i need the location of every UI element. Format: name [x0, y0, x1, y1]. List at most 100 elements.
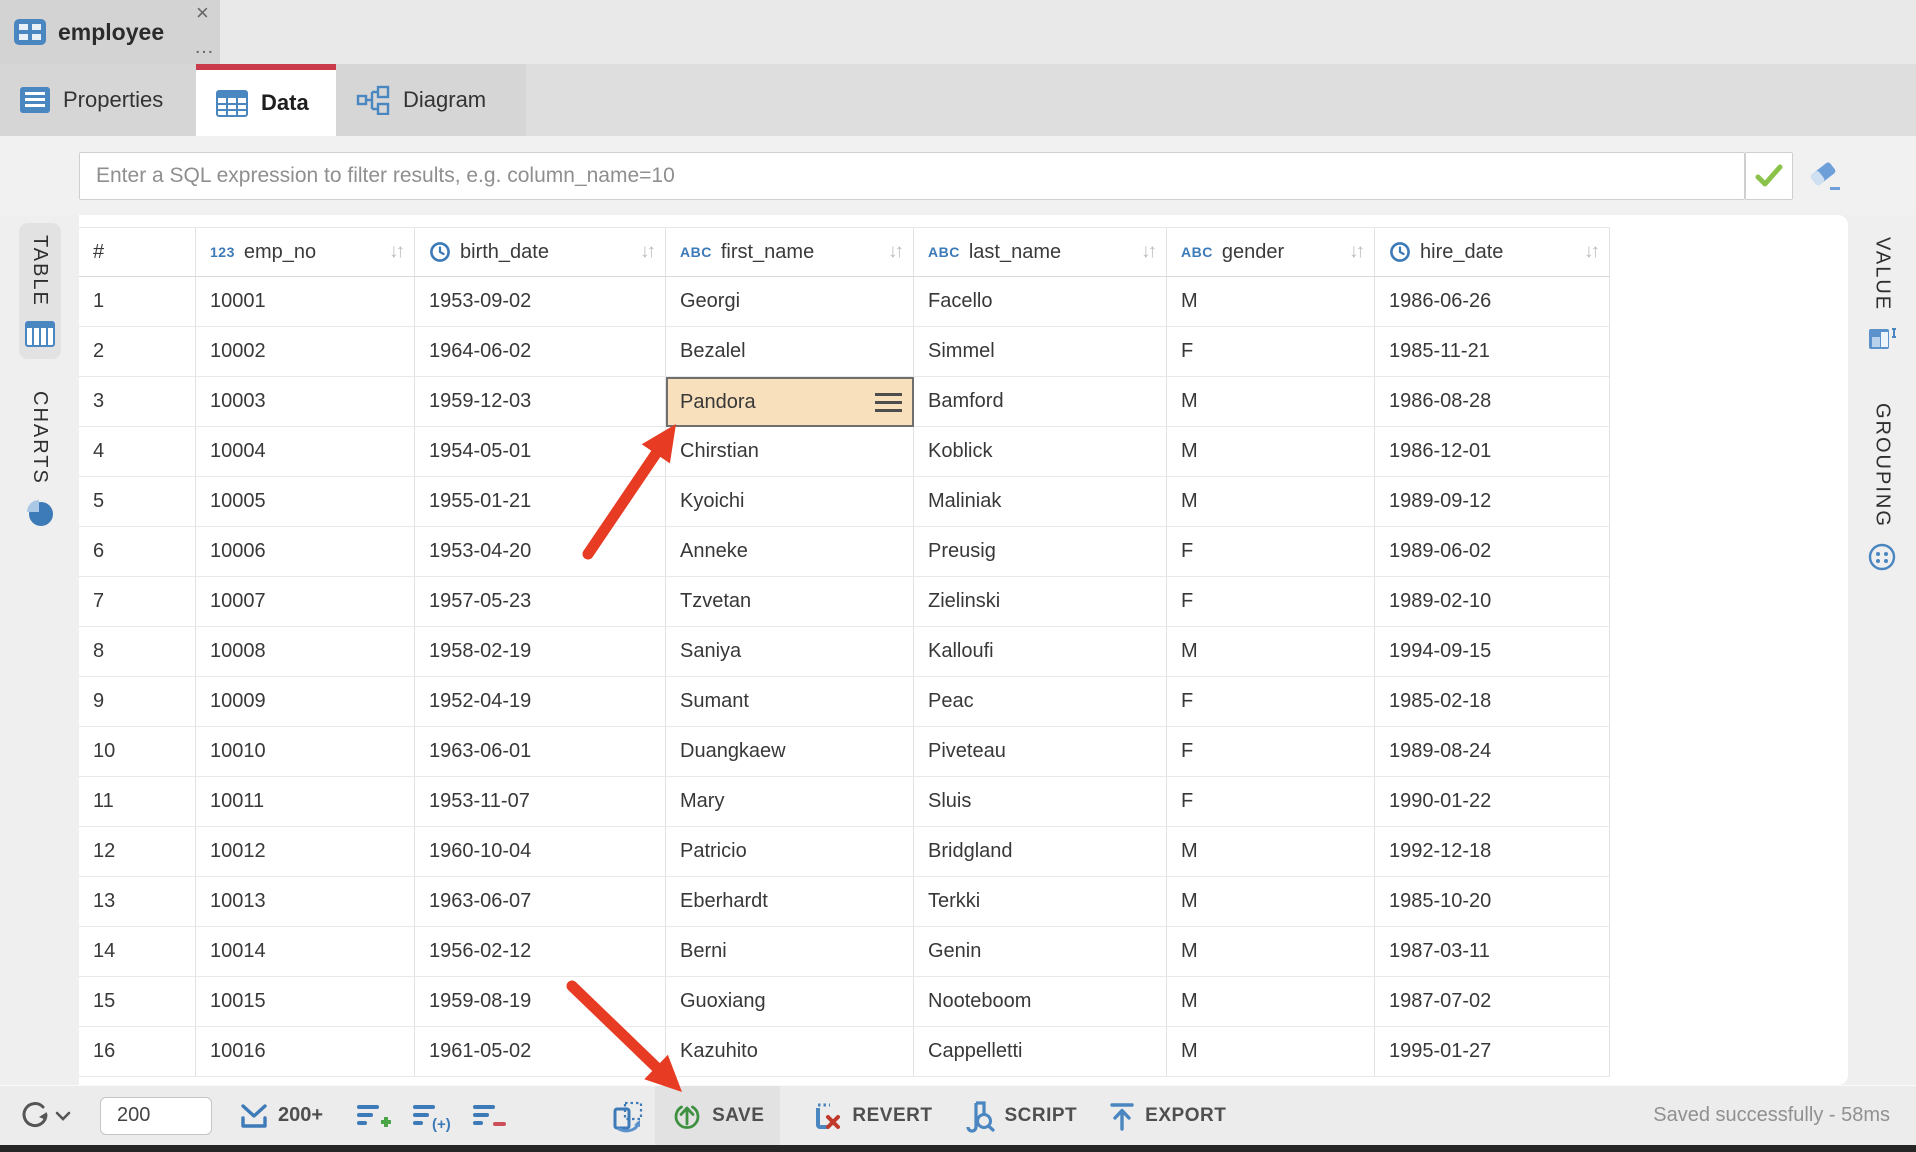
row-number-cell[interactable]: 9 [79, 677, 196, 727]
data-cell[interactable]: Guoxiang [666, 977, 914, 1027]
data-cell[interactable]: Genin [914, 927, 1167, 977]
row-number-cell[interactable]: 13 [79, 877, 196, 927]
data-cell[interactable]: Piveteau [914, 727, 1167, 777]
data-cell[interactable]: F [1167, 527, 1375, 577]
data-cell[interactable]: 1963-06-01 [415, 727, 666, 777]
data-cell[interactable]: Berni [666, 927, 914, 977]
data-cell[interactable]: Nooteboom [914, 977, 1167, 1027]
data-cell[interactable]: Sluis [914, 777, 1167, 827]
data-cell[interactable]: 10007 [196, 577, 415, 627]
data-cell[interactable]: Kalloufi [914, 627, 1167, 677]
data-cell[interactable]: 1985-02-18 [1375, 677, 1610, 727]
row-number-cell[interactable]: 1 [79, 277, 196, 327]
data-cell[interactable]: M [1167, 427, 1375, 477]
save-button[interactable]: SAVE [655, 1086, 780, 1146]
refresh-dropdown-chevron-icon[interactable] [54, 1110, 72, 1122]
data-cell[interactable]: Preusig [914, 527, 1167, 577]
data-cell[interactable]: 1986-06-26 [1375, 277, 1610, 327]
data-cell[interactable]: 1989-02-10 [1375, 577, 1610, 627]
data-cell[interactable]: Simmel [914, 327, 1167, 377]
data-cell[interactable]: Sumant [666, 677, 914, 727]
add-row-button[interactable] [355, 1100, 391, 1132]
data-cell[interactable]: M [1167, 277, 1375, 327]
cell-menu-icon[interactable] [875, 393, 902, 412]
duplicate-row-button[interactable]: (+) [411, 1100, 451, 1132]
column-header-gender[interactable]: ABCgender↓↑ [1167, 227, 1375, 277]
data-cell[interactable]: Tzvetan [666, 577, 914, 627]
data-cell[interactable]: 10015 [196, 977, 415, 1027]
data-cell[interactable]: 1989-06-02 [1375, 527, 1610, 577]
fetch-more-button[interactable]: 200+ [238, 1100, 323, 1132]
selected-cell[interactable]: Pandora [666, 377, 914, 427]
revert-button[interactable]: REVERT [810, 1099, 932, 1133]
data-cell[interactable]: 1992-12-18 [1375, 827, 1610, 877]
sort-toggle-icon[interactable]: ↓↑ [640, 241, 653, 263]
rail-item-grouping[interactable]: GROUPING [1861, 391, 1903, 584]
tab-diagram[interactable]: Diagram [336, 64, 526, 136]
data-cell[interactable]: 1952-04-19 [415, 677, 666, 727]
data-cell[interactable]: 1994-09-15 [1375, 627, 1610, 677]
data-cell[interactable]: Terkki [914, 877, 1167, 927]
tab-properties[interactable]: Properties [0, 64, 196, 136]
row-number-cell[interactable]: 15 [79, 977, 196, 1027]
row-number-cell[interactable]: 11 [79, 777, 196, 827]
row-number-cell[interactable]: 4 [79, 427, 196, 477]
data-cell[interactable]: 1953-11-07 [415, 777, 666, 827]
row-number-cell[interactable]: 14 [79, 927, 196, 977]
row-number-cell[interactable]: 16 [79, 1027, 196, 1077]
row-number-cell[interactable]: 8 [79, 627, 196, 677]
refresh-structure-button[interactable] [611, 1099, 647, 1133]
data-cell[interactable]: 10014 [196, 927, 415, 977]
rail-item-value[interactable]: VALUE [1861, 225, 1903, 365]
fetch-size-input[interactable] [100, 1097, 212, 1135]
data-cell[interactable]: Bridgland [914, 827, 1167, 877]
data-cell[interactable]: 1989-09-12 [1375, 477, 1610, 527]
data-cell[interactable]: Georgi [666, 277, 914, 327]
data-cell[interactable]: 10003 [196, 377, 415, 427]
data-cell[interactable]: Bamford [914, 377, 1167, 427]
data-cell[interactable]: M [1167, 977, 1375, 1027]
data-cell[interactable]: 1963-06-07 [415, 877, 666, 927]
data-cell[interactable]: 1985-11-21 [1375, 327, 1610, 377]
data-cell[interactable]: Duangkaew [666, 727, 914, 777]
row-number-cell[interactable]: 6 [79, 527, 196, 577]
data-cell[interactable]: Chirstian [666, 427, 914, 477]
data-cell[interactable]: 1953-04-20 [415, 527, 666, 577]
data-cell[interactable]: 10016 [196, 1027, 415, 1077]
row-number-cell[interactable]: 10 [79, 727, 196, 777]
data-cell[interactable]: 1995-01-27 [1375, 1027, 1610, 1077]
data-cell[interactable]: 1960-10-04 [415, 827, 666, 877]
data-cell[interactable]: 1959-08-19 [415, 977, 666, 1027]
data-cell[interactable]: Kyoichi [666, 477, 914, 527]
data-cell[interactable]: Eberhardt [666, 877, 914, 927]
data-cell[interactable]: 1955-01-21 [415, 477, 666, 527]
data-cell[interactable]: 1964-06-02 [415, 327, 666, 377]
clear-filter-button[interactable] [1804, 158, 1844, 196]
row-number-cell[interactable]: 2 [79, 327, 196, 377]
data-cell[interactable]: 1954-05-01 [415, 427, 666, 477]
data-cell[interactable]: Patricio [666, 827, 914, 877]
data-cell[interactable]: F [1167, 727, 1375, 777]
data-cell[interactable]: Anneke [666, 527, 914, 577]
data-cell[interactable]: M [1167, 927, 1375, 977]
data-cell[interactable]: 1956-02-12 [415, 927, 666, 977]
data-cell[interactable]: 1985-10-20 [1375, 877, 1610, 927]
sort-toggle-icon[interactable]: ↓↑ [1584, 241, 1597, 263]
data-cell[interactable]: Maliniak [914, 477, 1167, 527]
script-button[interactable]: SCRIPT [962, 1099, 1077, 1133]
data-cell[interactable]: Bezalel [666, 327, 914, 377]
row-number-cell[interactable]: 12 [79, 827, 196, 877]
data-cell[interactable]: Peac [914, 677, 1167, 727]
column-header-last_name[interactable]: ABClast_name↓↑ [914, 227, 1167, 277]
apply-filter-button[interactable] [1745, 152, 1793, 200]
data-cell[interactable]: 10010 [196, 727, 415, 777]
rail-item-table[interactable]: TABLE [19, 223, 61, 359]
data-cell[interactable]: Saniya [666, 627, 914, 677]
data-cell[interactable]: M [1167, 877, 1375, 927]
column-header-birth_date[interactable]: birth_date↓↑ [415, 227, 666, 277]
data-cell[interactable]: 1986-12-01 [1375, 427, 1610, 477]
data-cell[interactable]: Cappelletti [914, 1027, 1167, 1077]
sort-toggle-icon[interactable]: ↓↑ [1141, 241, 1154, 263]
sort-toggle-icon[interactable]: ↓↑ [1349, 241, 1362, 263]
data-cell[interactable]: F [1167, 777, 1375, 827]
